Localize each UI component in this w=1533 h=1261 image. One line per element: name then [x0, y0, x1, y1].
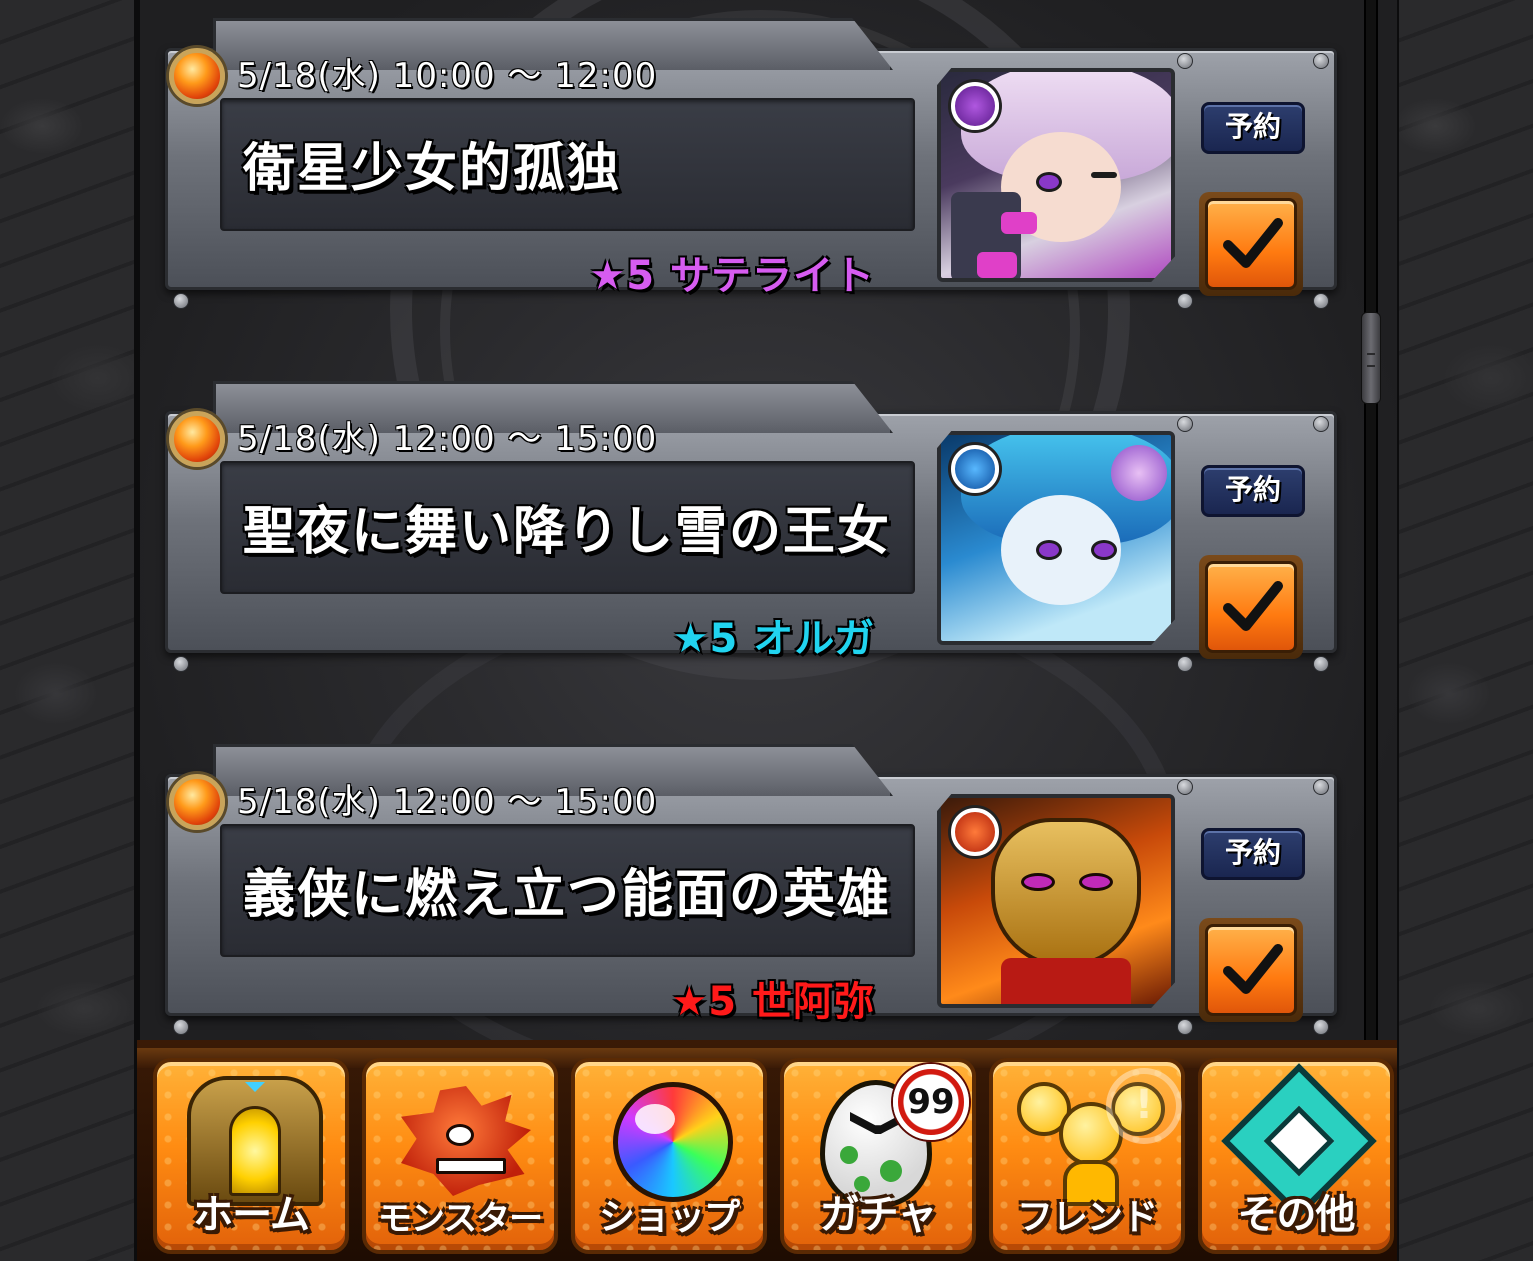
event-card[interactable]: 5/18(水) 10:00 ～ 12:00 衛星少女的孤独 ★5 サテライト 予… — [165, 8, 1337, 309]
screw-icon — [1313, 656, 1329, 672]
event-title: 衛星少女的孤独 — [243, 139, 622, 199]
friend-notification-icon: ! — [1106, 1068, 1182, 1144]
reserve-button[interactable]: 予約 — [1201, 828, 1305, 880]
event-title: 聖夜に舞い降りし雪の王女 — [243, 502, 892, 562]
reserve-button[interactable]: 予約 — [1201, 102, 1305, 154]
nav-label: フレンド — [1016, 1197, 1158, 1238]
nav-label: ガチャ — [819, 1192, 938, 1238]
screw-icon — [1177, 416, 1193, 432]
dark-element-icon — [951, 82, 999, 130]
event-monster-name: ★5 サテライト — [589, 253, 875, 299]
screw-icon — [1313, 416, 1329, 432]
stone-wall-right — [1393, 0, 1533, 1261]
olga-monster-portrait-icon[interactable] — [937, 431, 1175, 645]
event-status-orb-icon — [169, 774, 225, 830]
nav-label: ホーム — [193, 1192, 310, 1238]
monster-dragon-icon — [366, 1076, 554, 1206]
stone-wall-left — [0, 0, 140, 1261]
scrollbar-track[interactable] — [1364, 0, 1378, 1040]
satellite-monster-portrait-icon[interactable] — [937, 68, 1175, 282]
screw-icon — [1313, 293, 1329, 309]
event-status-orb-icon — [169, 411, 225, 467]
event-date: 5/18(水) 10:00 ～ 12:00 — [237, 56, 658, 96]
screw-icon — [1177, 1019, 1193, 1035]
event-title: 義侠に燃え立つ能面の英雄 — [243, 865, 892, 925]
nav-other-button[interactable]: その他 — [1198, 1058, 1394, 1254]
event-card[interactable]: 5/18(水) 12:00 ～ 15:00 聖夜に舞い降りし雪の王女 ★5 オル… — [165, 371, 1337, 672]
nav-monster-button[interactable]: モンスター — [362, 1058, 558, 1254]
zeami-monster-portrait-icon[interactable] — [937, 794, 1175, 1008]
nav-label: モンスター — [377, 1199, 543, 1239]
screw-icon — [1177, 53, 1193, 69]
reserve-checkbox[interactable] — [1199, 918, 1303, 1022]
fire-element-icon — [951, 808, 999, 856]
event-date: 5/18(水) 12:00 ～ 15:00 — [237, 419, 658, 459]
screw-icon — [1177, 656, 1193, 672]
bottom-navigation: ホーム モンスター ショップ ガチャ フレンド その他 — [137, 1040, 1397, 1261]
scrollbar-thumb[interactable] — [1361, 312, 1381, 404]
screw-icon — [1177, 779, 1193, 795]
nav-home-button[interactable]: ホーム — [153, 1058, 349, 1254]
nav-shop-button[interactable]: ショップ — [571, 1058, 767, 1254]
nav-label: その他 — [1237, 1192, 1356, 1238]
screw-icon — [1313, 1019, 1329, 1035]
reserve-button[interactable]: 予約 — [1201, 465, 1305, 517]
screw-icon — [173, 293, 189, 309]
screw-icon — [1177, 293, 1193, 309]
screw-icon — [1313, 779, 1329, 795]
water-element-icon — [951, 445, 999, 493]
gacha-count-badge: 99 — [893, 1064, 969, 1140]
event-monster-name: ★5 世阿弥 — [671, 979, 875, 1025]
event-monster-name: ★5 オルガ — [672, 616, 875, 662]
event-date: 5/18(水) 12:00 ～ 15:00 — [237, 782, 658, 822]
nav-label: ショップ — [598, 1197, 740, 1238]
reserve-checkbox[interactable] — [1199, 555, 1303, 659]
rainbow-orb-icon — [575, 1076, 763, 1206]
event-card[interactable]: 5/18(水) 12:00 ～ 15:00 義侠に燃え立つ能面の英雄 ★5 世阿… — [165, 734, 1337, 1035]
reserve-checkbox[interactable] — [1199, 192, 1303, 296]
event-status-orb-icon — [169, 48, 225, 104]
screw-icon — [173, 1019, 189, 1035]
screw-icon — [173, 656, 189, 672]
screw-icon — [1313, 53, 1329, 69]
